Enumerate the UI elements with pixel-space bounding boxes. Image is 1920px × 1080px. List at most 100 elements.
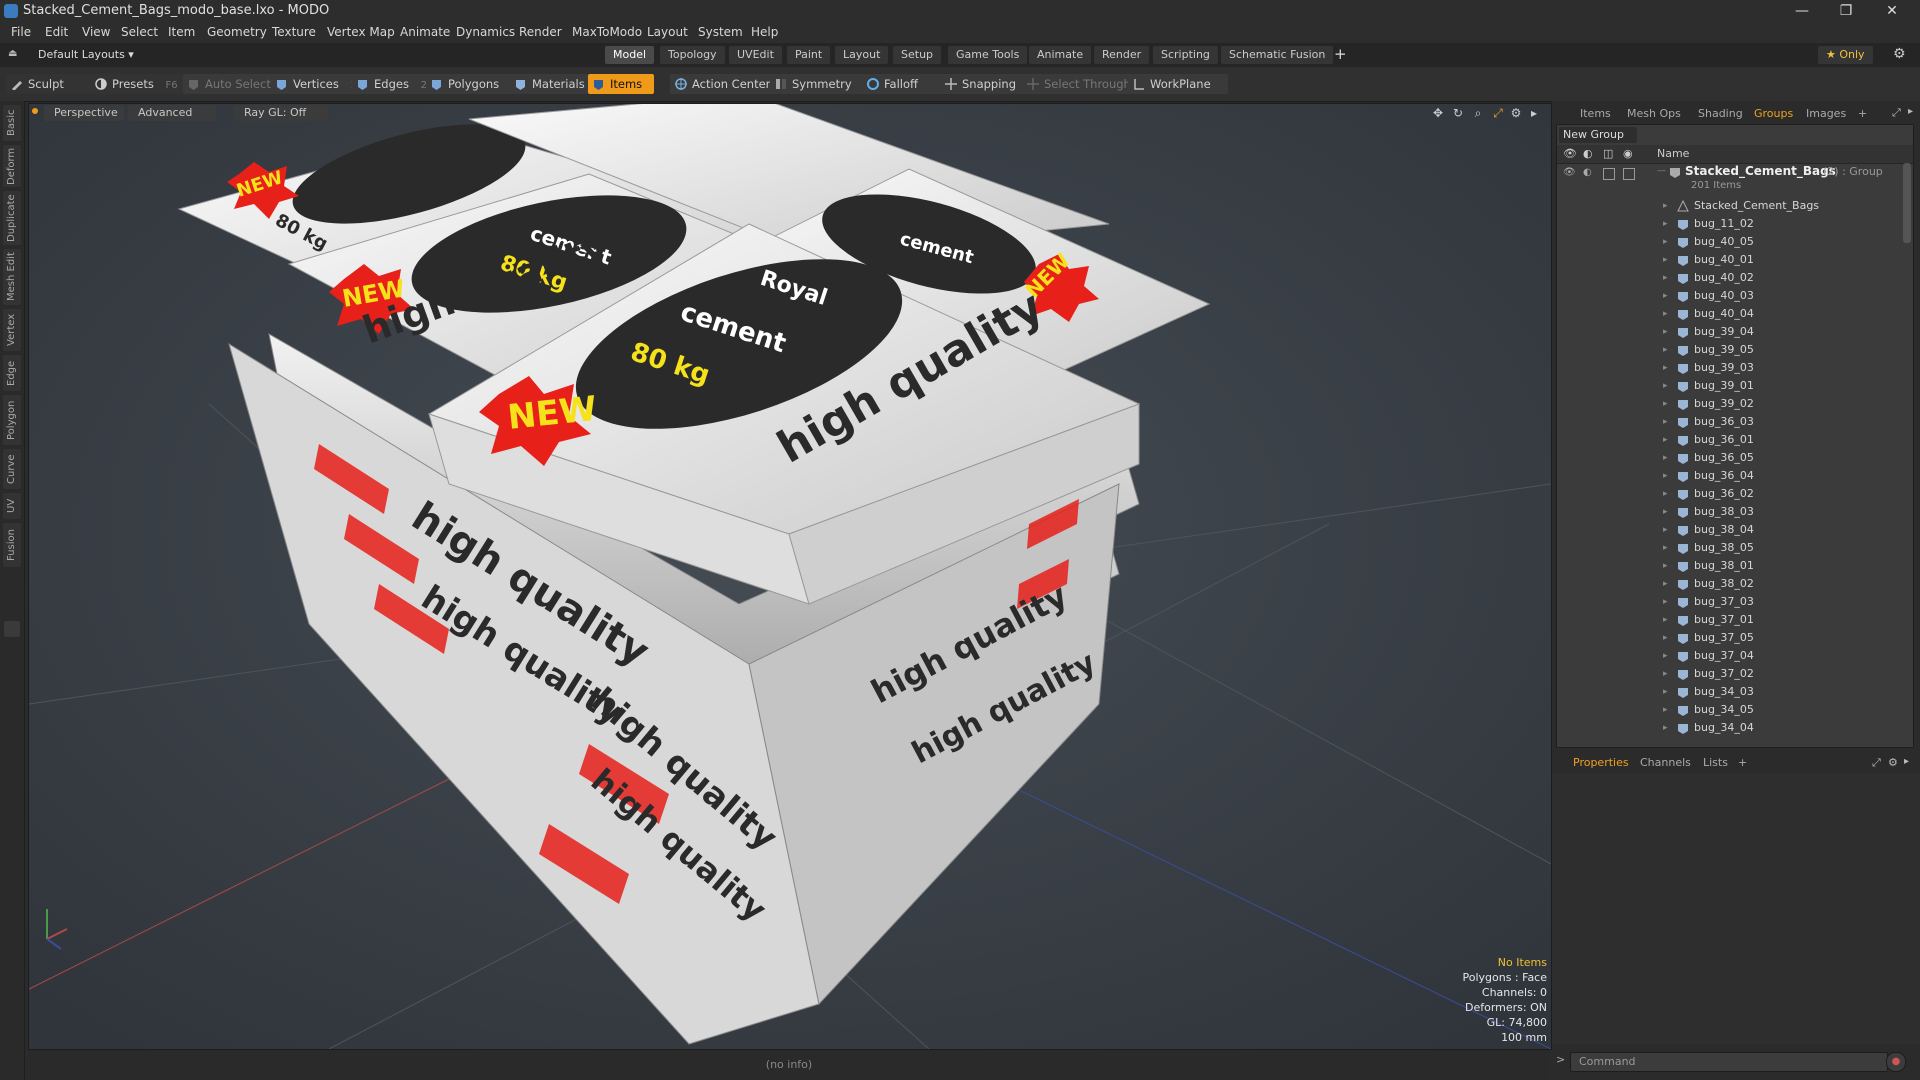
view-type-dropdown[interactable]: Perspective: [44, 105, 124, 121]
tab-groups[interactable]: Groups: [1748, 106, 1799, 122]
3d-viewport[interactable]: high quality high quality high quality h…: [28, 103, 1552, 1050]
rotate-icon[interactable]: ↻: [1451, 106, 1465, 120]
properties-arrow-icon[interactable]: ▸: [1904, 756, 1909, 767]
menu-animate[interactable]: Animate: [400, 25, 450, 39]
menu-file[interactable]: File: [11, 25, 31, 39]
group-list-item[interactable]: ▸ bug_40_05: [1557, 233, 1897, 251]
group-list-item[interactable]: ▸ bug_36_01: [1557, 431, 1897, 449]
tab-render[interactable]: Render: [1094, 46, 1150, 64]
polygons-button[interactable]: Polygons: [426, 74, 522, 94]
minimize-button[interactable]: —: [1782, 1, 1822, 21]
expand-arrow-icon[interactable]: ▸: [1663, 647, 1668, 665]
default-layouts-dropdown[interactable]: Default Layouts ▾: [38, 48, 134, 61]
expand-arrow-icon[interactable]: ▸: [1663, 719, 1668, 737]
only-button[interactable]: ★ Only: [1818, 46, 1873, 64]
properties-expand-icon[interactable]: ⤢: [1872, 756, 1881, 770]
vtab-mesh-edit[interactable]: Mesh Edit: [3, 249, 21, 305]
expand-arrow-icon[interactable]: ▸: [1663, 413, 1668, 431]
vtab-deform[interactable]: Deform: [3, 145, 21, 187]
group-visibility-eye-icon[interactable]: 👁: [1563, 167, 1576, 178]
sculpt-button[interactable]: Sculpt: [6, 74, 94, 94]
tab-shading[interactable]: Shading: [1692, 106, 1749, 122]
tab-lists[interactable]: Lists: [1697, 755, 1734, 771]
tab-layout[interactable]: Layout: [835, 46, 889, 64]
expand-arrow-icon[interactable]: ▸: [1663, 251, 1668, 269]
action-center-button[interactable]: Action Center: [670, 74, 782, 94]
viewport-menu-dot[interactable]: [32, 108, 38, 114]
expand-arrow-icon[interactable]: ▸: [1663, 683, 1668, 701]
tab-game-tools[interactable]: Game Tools: [948, 46, 1028, 64]
vtab-curve[interactable]: Curve: [3, 449, 21, 489]
tab-setup[interactable]: Setup: [893, 46, 942, 64]
falloff-button[interactable]: Falloff: [862, 74, 946, 94]
expand-arrow-icon[interactable]: ▸: [1663, 557, 1668, 575]
add-panel-tab-button[interactable]: +: [1852, 106, 1873, 122]
group-lock-checkbox[interactable]: [1603, 168, 1615, 180]
items-button[interactable]: Items: [588, 74, 654, 94]
tab-channels[interactable]: Channels: [1634, 755, 1697, 771]
group-list-item[interactable]: ▸ bug_38_05: [1557, 539, 1897, 557]
group-list-item[interactable]: ▸ bug_40_03: [1557, 287, 1897, 305]
group-list-item[interactable]: ▸ bug_40_01: [1557, 251, 1897, 269]
expand-arrow-icon[interactable]: ▸: [1663, 215, 1668, 233]
vtab-fusion[interactable]: Fusion: [3, 523, 21, 567]
menu-select[interactable]: Select: [121, 25, 158, 39]
command-record-icon[interactable]: ●: [1886, 1052, 1906, 1072]
group-list-item[interactable]: ▸ Stacked_Cement_Bags: [1557, 197, 1897, 215]
group-row[interactable]: 👁 ◐ — Stacked_Cement_Bags (2) : Group 20…: [1557, 163, 1913, 197]
toolbox-toggle-button[interactable]: [4, 621, 20, 637]
group-list-item[interactable]: ▸ bug_37_05: [1557, 629, 1897, 647]
raygl-toggle[interactable]: Ray GL: Off: [234, 105, 328, 121]
tab-uvedit[interactable]: UVEdit: [729, 46, 782, 64]
properties-gear-icon[interactable]: ⚙: [1888, 756, 1898, 769]
group-render-icon[interactable]: ◐: [1583, 167, 1592, 178]
expand-arrow-icon[interactable]: ▸: [1663, 629, 1668, 647]
expand-arrow-icon[interactable]: ▸: [1663, 485, 1668, 503]
menu-view[interactable]: View: [82, 25, 110, 39]
tab-animate[interactable]: Animate: [1029, 46, 1092, 64]
menu-render[interactable]: Render: [519, 25, 562, 39]
vtab-uv[interactable]: UV: [3, 493, 21, 519]
group-list-item[interactable]: ▸ bug_36_02: [1557, 485, 1897, 503]
zoom-icon[interactable]: ⌕: [1471, 106, 1485, 120]
tab-topology[interactable]: Topology: [660, 46, 725, 64]
group-list-item[interactable]: ▸ bug_37_04: [1557, 647, 1897, 665]
group-list-item[interactable]: ▸ bug_39_04: [1557, 323, 1897, 341]
maximize-button[interactable]: ❐: [1826, 1, 1866, 21]
expand-arrow-icon[interactable]: ▸: [1663, 269, 1668, 287]
add-bottom-tab-button[interactable]: +: [1732, 755, 1753, 771]
group-list-item[interactable]: ▸ bug_39_05: [1557, 341, 1897, 359]
group-list-item[interactable]: ▸ bug_37_03: [1557, 593, 1897, 611]
vtab-edge[interactable]: Edge: [3, 355, 21, 391]
group-list-item[interactable]: ▸ bug_38_02: [1557, 575, 1897, 593]
expand-arrow-icon[interactable]: ▸: [1663, 287, 1668, 305]
menu-geometry[interactable]: Geometry: [207, 25, 267, 39]
expand-arrow-icon[interactable]: ▸: [1663, 197, 1668, 215]
visibility-column-eye-icon[interactable]: 👁: [1563, 147, 1577, 160]
group-list-item[interactable]: ▸ bug_40_04: [1557, 305, 1897, 323]
expand-arrow-icon[interactable]: ▸: [1663, 305, 1668, 323]
expand-arrow-icon[interactable]: ▸: [1663, 503, 1668, 521]
group-list-item[interactable]: ▸ bug_38_04: [1557, 521, 1897, 539]
fit-view-icon[interactable]: ⤢: [1491, 106, 1505, 120]
expand-arrow-icon[interactable]: ▸: [1663, 359, 1668, 377]
vtab-vertex[interactable]: Vertex: [3, 309, 21, 351]
group-list-item[interactable]: ▸ bug_34_04: [1557, 719, 1897, 737]
expand-arrow-icon[interactable]: ▸: [1663, 449, 1668, 467]
group-list-item[interactable]: ▸ bug_36_03: [1557, 413, 1897, 431]
viewport-settings-icon[interactable]: ⚙: [1509, 106, 1523, 120]
name-column-header[interactable]: Name: [1657, 147, 1689, 160]
expand-arrow-icon[interactable]: ▸: [1663, 611, 1668, 629]
expand-arrow-icon[interactable]: ▸: [1663, 395, 1668, 413]
group-list-item[interactable]: ▸ bug_34_05: [1557, 701, 1897, 719]
menu-maxtomodo[interactable]: MaxToModo: [572, 25, 642, 39]
workplane-button[interactable]: WorkPlane: [1128, 74, 1228, 94]
shading-mode-dropdown[interactable]: Advanced: [128, 105, 216, 121]
group-list-item[interactable]: ▸ bug_11_02: [1557, 215, 1897, 233]
vtab-basic[interactable]: Basic: [3, 105, 21, 141]
group-collapse-toggle[interactable]: —: [1657, 166, 1666, 176]
tab-items[interactable]: Items: [1574, 106, 1617, 122]
menu-system[interactable]: System: [698, 25, 743, 39]
group-list-item[interactable]: ▸ bug_37_02: [1557, 665, 1897, 683]
expand-arrow-icon[interactable]: ▸: [1663, 575, 1668, 593]
